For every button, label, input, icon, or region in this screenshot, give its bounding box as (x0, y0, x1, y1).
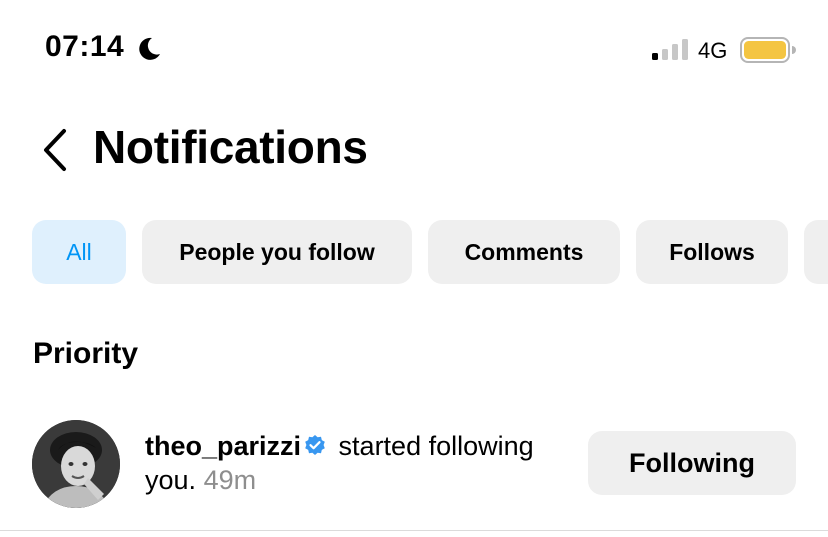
back-arrow-icon[interactable] (38, 125, 72, 175)
filter-chip-label: Comments (464, 238, 584, 265)
notification-item: theo_parizzi started following you. 49m … (0, 415, 828, 515)
battery-icon (740, 37, 796, 63)
moon-icon (139, 37, 160, 60)
network-label: 4G (698, 38, 728, 63)
following-button[interactable]: Following (588, 431, 796, 495)
filter-chip-comments[interactable]: Comments (428, 220, 620, 284)
filter-chip-overflow[interactable] (804, 220, 828, 284)
notification-action: started following (338, 431, 534, 461)
notification-timestamp: 49m (203, 465, 257, 495)
notification-username[interactable]: theo_parizzi (145, 431, 301, 461)
filter-bar: All People you follow Comments Follows (0, 220, 828, 286)
filter-chip-label: All (66, 238, 92, 265)
section-title-priority: Priority (33, 337, 139, 370)
filter-chip-label: Follows (669, 238, 755, 265)
header: Notifications (0, 110, 828, 190)
page-title: Notifications (93, 121, 368, 173)
filter-chip-all[interactable]: All (32, 220, 126, 284)
notification-action-cont: you. (145, 465, 197, 495)
filter-chip-follows[interactable]: Follows (636, 220, 788, 284)
notification-text: theo_parizzi started following you. 49m (145, 429, 575, 497)
signal-icon (652, 39, 688, 60)
divider (0, 530, 828, 531)
filter-chip-people-you-follow[interactable]: People you follow (142, 220, 412, 284)
avatar-photo-icon (32, 420, 120, 508)
status-time: 07:14 (45, 30, 125, 63)
avatar[interactable] (32, 420, 120, 508)
verified-badge-icon (305, 435, 325, 455)
status-bar: 07:14 4G (0, 0, 828, 100)
filter-chip-label: People you follow (179, 238, 375, 265)
